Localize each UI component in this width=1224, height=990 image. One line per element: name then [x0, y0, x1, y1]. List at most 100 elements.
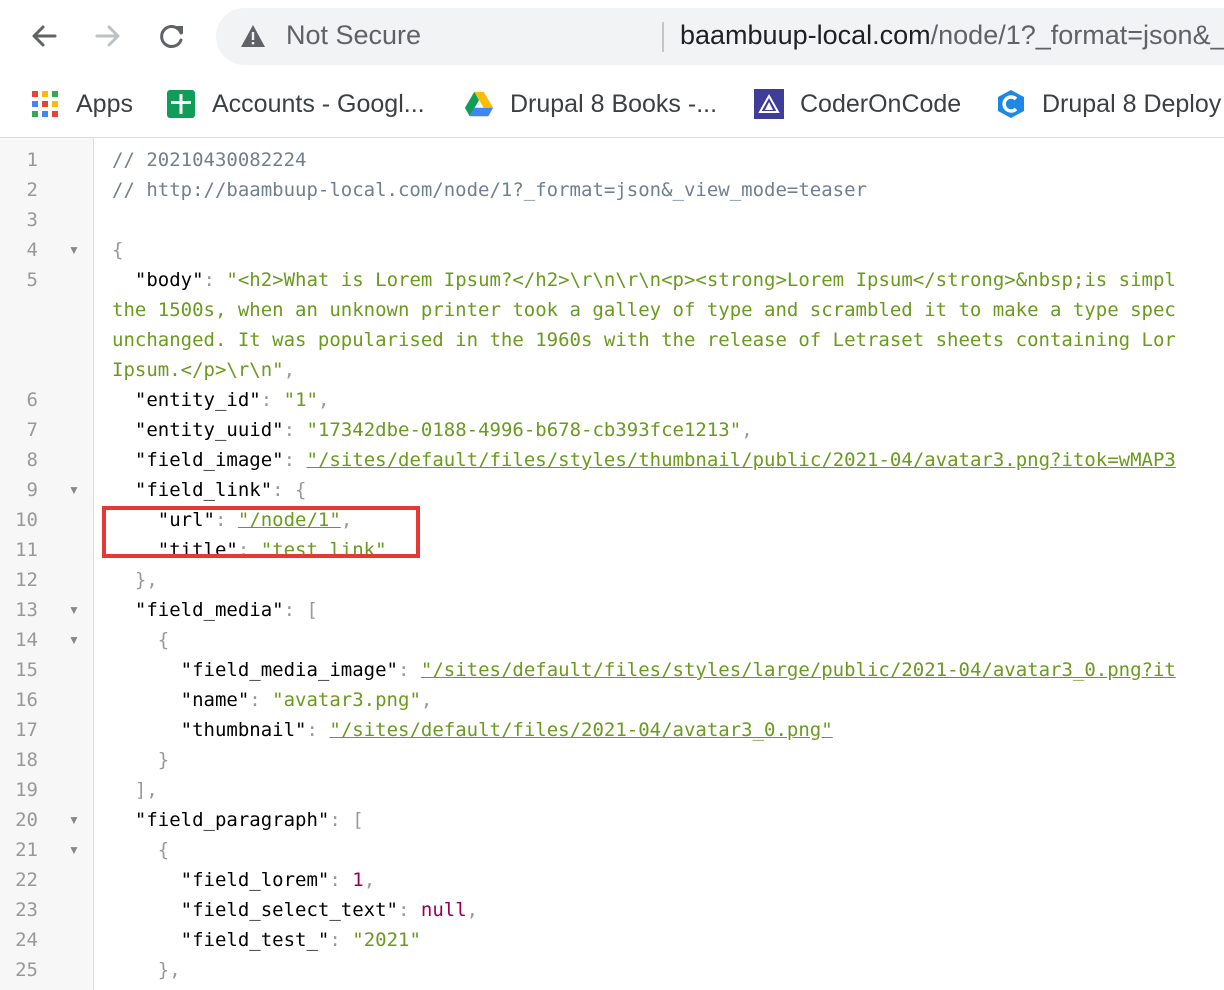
- code-line: "field_image": "/sites/default/files/sty…: [112, 445, 1176, 475]
- punctuation: {: [157, 839, 170, 861]
- code-line: "body": "<h2>What is Lorem Ipsum?</h2>\r…: [112, 265, 1176, 295]
- line-number: 5: [26, 269, 38, 291]
- code-line: "entity_id": "1",: [112, 385, 330, 415]
- json-string: "17342dbe-0188-4996-b678-cb393fce1213": [306, 419, 742, 441]
- json-number: 1: [352, 869, 364, 891]
- reload-button[interactable]: [152, 16, 192, 56]
- arrow-left-icon: [32, 25, 57, 47]
- json-key: "field_image": [134, 449, 284, 471]
- code-line: "field_media": [: [112, 595, 318, 625]
- code-line: "field_paragraph": [: [112, 805, 364, 835]
- bookmark-coderoncode[interactable]: CoderOnCode: [754, 80, 961, 128]
- line-number: 4: [26, 239, 38, 261]
- bookmark-label: Accounts - Googl...: [212, 89, 425, 118]
- code-line: }: [112, 745, 169, 775]
- punctuation: :: [249, 689, 273, 711]
- json-key: "field_lorem": [180, 869, 330, 891]
- code-line: {: [112, 625, 169, 655]
- url-host: baambuup-local.com: [680, 20, 931, 50]
- json-link[interactable]: "/sites/default/files/styles/large/publi…: [421, 659, 1176, 681]
- code-line: {: [112, 235, 123, 265]
- line-number: 25: [15, 959, 38, 981]
- json-key: "body": [134, 269, 204, 291]
- address-bar[interactable]: Not Secure baambuup-local.com/node/1?_fo…: [216, 8, 1224, 65]
- fold-toggle-icon[interactable]: ▼: [68, 235, 80, 265]
- line-number: 13: [15, 599, 38, 621]
- json-key: "name": [180, 689, 250, 711]
- warning-icon: [240, 24, 266, 53]
- punctuation: ],: [134, 779, 158, 801]
- json-string: Ipsum.</p>\r\n": [112, 359, 284, 381]
- json-string: "<h2>What is Lorem Ipsum?</h2>\r\n\r\n<p…: [226, 269, 1176, 291]
- code-line: unchanged. It was popularised in the 196…: [112, 325, 1176, 355]
- json-link[interactable]: "/sites/default/files/styles/thumbnail/p…: [307, 449, 1176, 471]
- bookmark-apps[interactable]: Apps: [30, 80, 133, 128]
- line-number: 20: [15, 809, 38, 831]
- bookmark-accounts[interactable]: Accounts - Googl...: [166, 80, 425, 128]
- line-number: 8: [26, 449, 38, 471]
- line-number: 3: [26, 209, 38, 231]
- security-label[interactable]: Not Secure: [286, 20, 421, 51]
- fold-toggle-icon[interactable]: ▼: [68, 475, 80, 505]
- line-number: 23: [15, 899, 38, 921]
- google-drive-icon: [464, 89, 494, 119]
- json-key: "entity_uuid": [134, 419, 284, 441]
- code-line: // 20210430082224: [112, 145, 306, 175]
- fold-toggle-icon[interactable]: ▼: [68, 625, 80, 655]
- json-key: "field_test_": [180, 929, 330, 951]
- back-button[interactable]: [24, 16, 64, 56]
- punctuation: ,: [317, 389, 330, 411]
- json-string: the 1500s, when an unknown printer took …: [112, 299, 1176, 321]
- code-line: "field_select_text": null,: [112, 895, 478, 925]
- line-number: 19: [15, 779, 38, 801]
- json-key: "field_select_text": [180, 899, 398, 921]
- punctuation: },: [157, 959, 181, 981]
- json-link[interactable]: "/sites/default/files/2021-04/avatar3_0.…: [329, 719, 832, 741]
- code-line: "field_media_image": "/sites/default/fil…: [112, 655, 1176, 685]
- fold-toggle-icon[interactable]: ▼: [68, 595, 80, 625]
- code-line: Ipsum.</p>\r\n",: [112, 355, 295, 385]
- bookmark-drupal-books[interactable]: Drupal 8 Books -...: [464, 80, 717, 128]
- punctuation: : [: [283, 599, 318, 621]
- json-string: "1": [283, 389, 318, 411]
- code-line: "field_link": {: [112, 475, 307, 505]
- fold-toggle-icon[interactable]: ▼: [68, 835, 80, 865]
- url-text[interactable]: baambuup-local.com/node/1?_format=json&_…: [680, 20, 1224, 51]
- line-number: 16: [15, 689, 38, 711]
- json-key: "field_link": [134, 479, 273, 501]
- line-number: 22: [15, 869, 38, 891]
- punctuation: :: [397, 899, 421, 921]
- forward-button[interactable]: [88, 16, 128, 56]
- json-key: "entity_id": [134, 389, 261, 411]
- bookmark-label: Apps: [76, 89, 133, 118]
- code-line: },: [112, 565, 158, 595]
- json-string: unchanged. It was popularised in the 196…: [112, 329, 1176, 351]
- json-null: null: [420, 899, 467, 921]
- punctuation: :: [203, 269, 227, 291]
- json-key: "field_media": [134, 599, 284, 621]
- line-number: 1: [26, 149, 38, 171]
- line-number: 9: [26, 479, 38, 501]
- json-key: "field_media_image": [180, 659, 398, 681]
- bookmarks-bar: Apps Accounts - Googl... Drupal 8 Books …: [0, 80, 1224, 128]
- bookmark-drupal-deploy[interactable]: Drupal 8 Deploy: [996, 80, 1221, 128]
- fold-toggle-icon[interactable]: ▼: [68, 805, 80, 835]
- json-viewer: 1 2 3 4 ▼ 5 6 7 8 9 ▼ 10 11 12 13 ▼ 14 ▼ 15 16 17 18 19 20 ▼ 21 ▼ 2…: [0, 138, 1224, 990]
- json-string: "avatar3.png": [272, 689, 421, 711]
- line-gutter: 1 2 3 4 ▼ 5 6 7 8 9 ▼ 10 11 12 13 ▼ 14 ▼ 15 16 17 18 19 20 ▼ 21 ▼ 2…: [0, 138, 94, 990]
- punctuation: ,: [420, 689, 433, 711]
- line-number: 10: [15, 509, 38, 531]
- punctuation: :: [397, 659, 421, 681]
- json-string: "2021": [352, 929, 421, 951]
